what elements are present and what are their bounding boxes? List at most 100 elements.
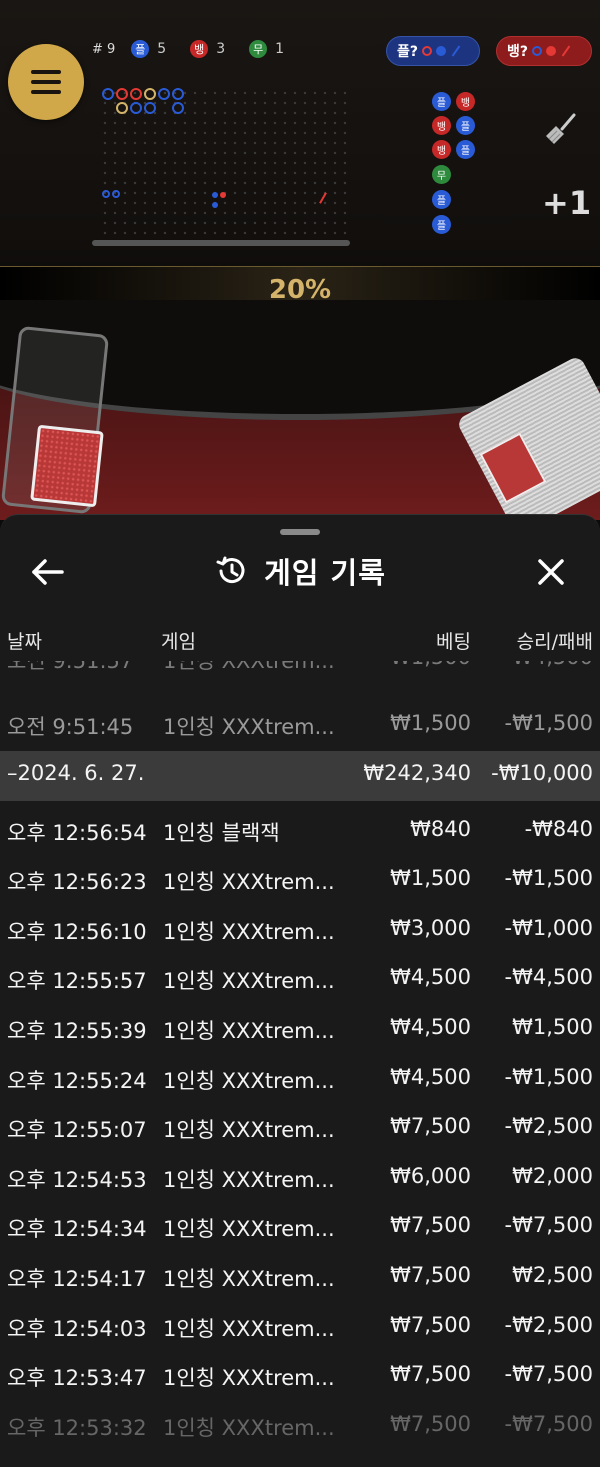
small-road-icon <box>546 46 557 56</box>
row-time: 오후 12:53:32 <box>7 1415 147 1440</box>
table-row[interactable]: 오후 12:54:34 1인칭 XXXtrem... ₩7,500 -₩7,50… <box>0 1203 600 1253</box>
column-headers: 날짜 게임 베팅 승리/패배 <box>0 623 600 659</box>
banker-predict-label: 뱅? <box>507 44 529 60</box>
row-bet: ₩7,500 <box>390 1312 471 1337</box>
row-bet: ₩1,500 <box>390 866 471 891</box>
close-icon[interactable] <box>534 555 568 589</box>
column-date: 날짜 <box>7 631 42 653</box>
row-game: 1인칭 XXXtrem... <box>163 715 335 739</box>
row-time: 오후 12:55:57 <box>7 969 147 994</box>
table-row[interactable]: 오후 12:53:47 1인칭 XXXtrem... ₩7,500 -₩7,50… <box>0 1352 600 1402</box>
row-result: -₩1,500 <box>504 866 593 891</box>
row-bet: ₩1,500 <box>390 711 471 735</box>
bead-mark: 플 <box>456 140 475 159</box>
date-group-row[interactable]: –2024. 6. 27. ₩242,340 -₩10,000 <box>0 751 600 801</box>
row-time: 오후 12:54:34 <box>7 1217 147 1242</box>
row-time: 오후 12:53:47 <box>7 1366 147 1391</box>
row-result: -₩4,500 <box>504 965 593 990</box>
tie-chip: 무 <box>249 40 268 58</box>
menu-icon-bar <box>31 90 61 94</box>
table-row[interactable]: 오후 12:54:53 1인칭 XXXtrem... ₩6,000 ₩2,000 <box>0 1154 600 1204</box>
row-bet: ₩4,500 <box>390 965 471 990</box>
table-row[interactable]: 오전 9:51:45 1인칭 XXXtrem... ₩1,500 -₩1,500 <box>0 689 600 751</box>
cockroach-road-icon <box>561 45 571 57</box>
bead-mark: 플 <box>432 190 451 209</box>
menu-icon-bar <box>31 80 61 84</box>
table-row[interactable]: 오후 12:55:24 1인칭 XXXtrem... ₩4,500 -₩1,50… <box>0 1055 600 1105</box>
drag-handle[interactable] <box>280 529 320 535</box>
table-row[interactable]: 오후 12:55:39 1인칭 XXXtrem... ₩4,500 ₩1,500 <box>0 1005 600 1055</box>
row-game: 1인칭 XXXtrem... <box>163 661 335 673</box>
panel-title: 게임 기록 <box>264 556 386 590</box>
row-result: -₩7,500 <box>504 1213 593 1238</box>
table-row[interactable]: 오후 12:56:54 1인칭 블랙잭 ₩840 -₩840 <box>0 807 600 857</box>
table-row[interactable]: 오후 12:53:32 1인칭 XXXtrem... ₩7,500 -₩7,50… <box>0 1402 600 1452</box>
table-row[interactable]: 오전 9:51:57 1인칭 XXXtrem... ₩1,500 -₩4,500 <box>0 661 600 689</box>
row-game: 1인칭 블랙잭 <box>163 820 280 845</box>
bead-mark: 뱅 <box>432 140 451 159</box>
road-mark <box>158 88 170 100</box>
table-row[interactable]: 오후 12:54:03 1인칭 XXXtrem... ₩7,500 -₩2,50… <box>0 1303 600 1353</box>
big-eye-road-icon <box>532 46 543 56</box>
row-time: 오후 12:55:24 <box>7 1068 147 1093</box>
bead-mark: 무 <box>432 165 451 184</box>
road-mark <box>220 192 226 198</box>
road-mark <box>319 192 327 204</box>
row-result: -₩1,500 <box>504 711 593 735</box>
table-row[interactable]: 오후 12:56:10 1인칭 XXXtrem... ₩3,000 -₩1,00… <box>0 906 600 956</box>
cockroach-road-icon <box>451 45 461 57</box>
row-game: 1인칭 XXXtrem... <box>163 1068 335 1093</box>
road-mark <box>102 190 110 198</box>
menu-icon-bar <box>31 70 61 74</box>
row-bet: ₩7,500 <box>390 1362 471 1387</box>
menu-button[interactable] <box>8 44 84 120</box>
row-game: 1인칭 XXXtrem... <box>163 1366 335 1391</box>
road-mark <box>116 102 128 114</box>
row-result: -₩1,000 <box>504 915 593 940</box>
back-arrow-icon[interactable] <box>30 557 66 587</box>
bead-mark: 플 <box>432 215 451 234</box>
row-result: ₩1,500 <box>512 1014 593 1039</box>
row-bet: ₩4,500 <box>390 1064 471 1089</box>
big-road <box>100 88 352 238</box>
tie-count: 1 <box>275 41 285 57</box>
row-result: ₩2,500 <box>512 1262 593 1287</box>
bead-mark: 뱅 <box>432 116 451 135</box>
row-result: -₩2,500 <box>504 1114 593 1139</box>
row-bet: ₩840 <box>410 816 471 841</box>
group-date: –2024. 6. 27. <box>7 761 145 785</box>
panel-header: 게임 기록 <box>0 543 600 599</box>
player-chip: 플 <box>131 40 150 58</box>
row-result: -₩2,500 <box>504 1312 593 1337</box>
player-predict-label: 플? <box>397 44 419 60</box>
row-time: 오후 12:54:17 <box>7 1266 147 1291</box>
row-result: -₩4,500 <box>505 661 593 669</box>
row-game: 1인칭 XXXtrem... <box>163 870 335 895</box>
player-predict-button[interactable]: 플? <box>386 36 480 66</box>
road-mark <box>172 102 184 114</box>
road-mark <box>172 88 184 100</box>
card-back <box>30 424 104 508</box>
game-view: # 9 플 5 뱅 3 무 1 플? 뱅? 플 뱅 뱅 플 뱅 플 무 플 플 … <box>0 0 600 520</box>
row-bet: ₩3,000 <box>390 915 471 940</box>
roadmap-scrollbar[interactable] <box>92 240 350 246</box>
history-list[interactable]: 오전 9:51:57 1인칭 XXXtrem... ₩1,500 -₩4,500… <box>0 661 600 1451</box>
big-eye-road-icon <box>422 46 433 56</box>
row-game: 1인칭 XXXtrem... <box>163 1217 335 1242</box>
history-icon <box>216 556 245 584</box>
banker-predict-button[interactable]: 뱅? <box>496 36 592 66</box>
row-time: 오후 12:55:39 <box>7 1018 147 1043</box>
row-bet: ₩4,500 <box>390 1014 471 1039</box>
table-row[interactable]: 오후 12:56:23 1인칭 XXXtrem... ₩1,500 -₩1,50… <box>0 856 600 906</box>
banker-count: 3 <box>216 41 226 57</box>
table-row[interactable]: 오후 12:55:07 1인칭 XXXtrem... ₩7,500 -₩2,50… <box>0 1104 600 1154</box>
table-row[interactable]: 오후 12:54:17 1인칭 XXXtrem... ₩7,500 ₩2,500 <box>0 1253 600 1303</box>
row-result: -₩1,500 <box>504 1064 593 1089</box>
table-row[interactable]: 오후 12:55:57 1인칭 XXXtrem... ₩4,500 -₩4,50… <box>0 955 600 1005</box>
row-bet: ₩1,500 <box>390 661 471 669</box>
row-bet: ₩7,500 <box>390 1411 471 1436</box>
broom-icon[interactable] <box>544 112 578 146</box>
game-history-panel: 게임 기록 날짜 게임 베팅 승리/패배 오전 9:51:57 1인칭 XXXt… <box>0 514 600 1467</box>
row-result: ₩2,000 <box>512 1163 593 1188</box>
row-game: 1인칭 XXXtrem... <box>163 919 335 944</box>
